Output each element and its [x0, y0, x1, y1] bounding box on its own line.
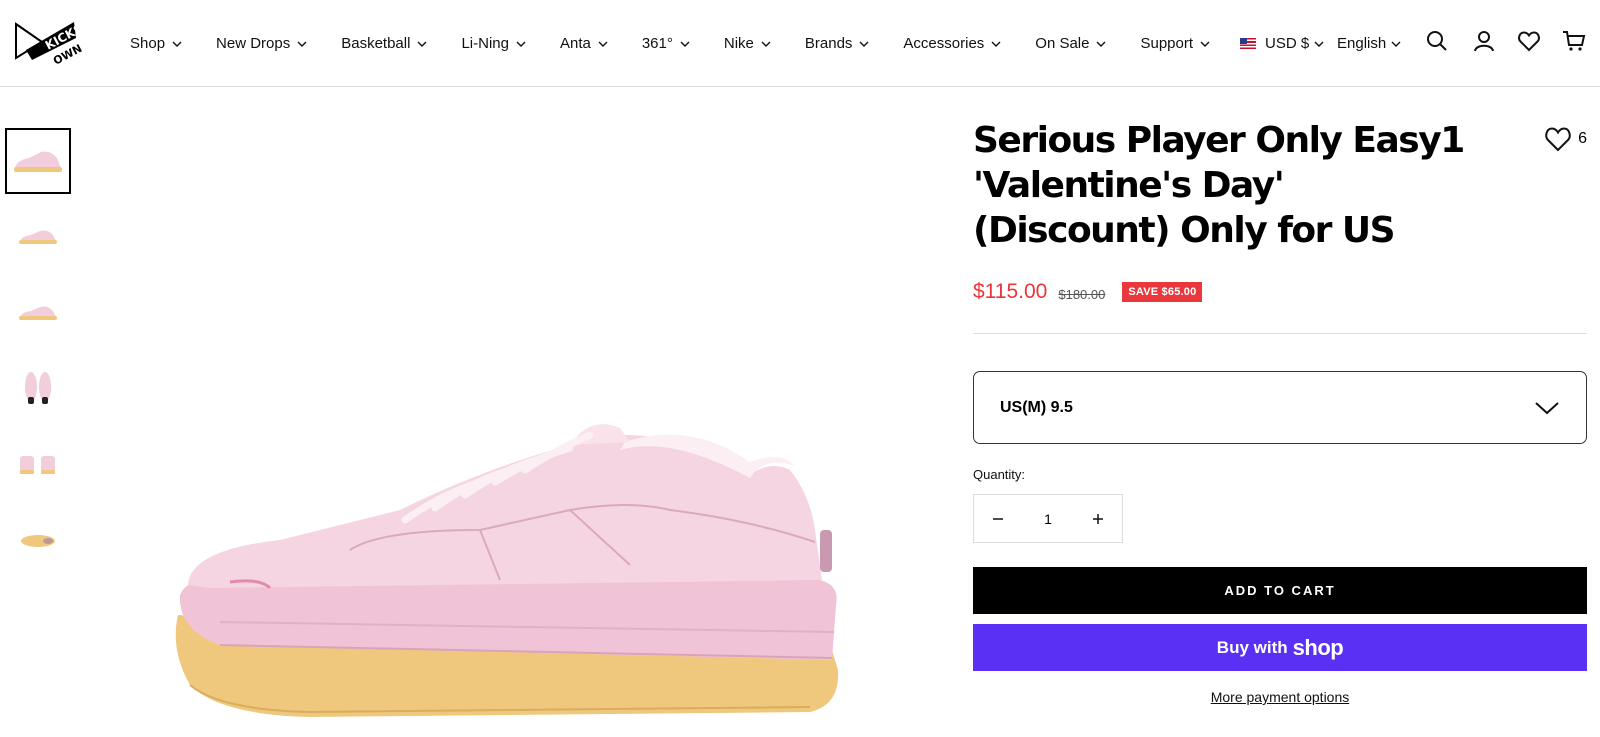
nav-label: Anta: [559, 35, 591, 52]
nav-brands[interactable]: Brands: [805, 35, 870, 52]
shoe-side-thumbnail: [14, 151, 62, 172]
save-badge: SAVE $65.00: [1122, 282, 1203, 302]
nav-label: 361°: [641, 35, 673, 52]
chevron-down-icon: [1200, 41, 1210, 47]
buy-with-label: Buy with: [1216, 637, 1288, 657]
shoe-heel-pair-thumbnail: [20, 456, 55, 474]
chevron-down-icon: [859, 41, 869, 47]
minus-icon: [993, 517, 1003, 520]
nav-label: Support: [1140, 35, 1194, 52]
chevron-down-icon: [598, 41, 608, 47]
nav-label: Accessories: [903, 35, 985, 52]
nav-label: Basketball: [341, 35, 411, 52]
decrease-quantity-button[interactable]: [974, 495, 1022, 542]
quantity-label: Quantity:: [973, 467, 1026, 482]
kicks-own-logo[interactable]: KICKS OWN: [14, 20, 85, 68]
nav-label: Li-Ning: [461, 35, 509, 52]
nav-361[interactable]: 361°: [642, 35, 690, 52]
plus-icon: [1092, 513, 1103, 524]
cart-icon[interactable]: [1562, 29, 1586, 53]
compare-price: $180.00: [1058, 286, 1106, 302]
language-label: English: [1337, 35, 1387, 52]
nav-nike[interactable]: Nike: [724, 35, 771, 52]
nav-label: New Drops: [216, 35, 291, 52]
chevron-down-icon: [991, 41, 1001, 47]
more-payment-options-link[interactable]: More payment options: [973, 689, 1587, 705]
sale-price: $115.00: [973, 280, 1048, 303]
chevron-down-icon: [1096, 41, 1106, 47]
nav-label: Brands: [804, 35, 853, 52]
nav-label: Shop: [130, 35, 166, 52]
chevron-down-icon: [680, 41, 690, 47]
shop-pay-logo: shop: [1292, 634, 1344, 660]
shoe-side-thumbnail: [19, 306, 57, 320]
chevron-down-icon: [172, 41, 182, 47]
nav-on-sale[interactable]: On Sale: [1035, 35, 1106, 52]
price-row: $115.00 $180.00 SAVE $65.00: [973, 279, 1587, 305]
nav-accessories[interactable]: Accessories: [903, 35, 1001, 52]
pink-sneaker-image: [175, 424, 839, 717]
currency-selector[interactable]: USD $: [1240, 0, 1324, 87]
nav-new-drops[interactable]: New Drops: [216, 35, 307, 52]
wishlist-count-button[interactable]: 6: [1544, 126, 1587, 152]
chevron-down-icon: [516, 41, 526, 47]
divider: [973, 333, 1587, 334]
wishlist-count: 6: [1578, 130, 1587, 147]
chevron-down-icon: [1391, 41, 1401, 47]
nav-label: Nike: [723, 35, 754, 52]
currency-label: USD $: [1265, 35, 1310, 52]
main-nav: Shop New Drops Basketball Li-Ning Anta 3…: [130, 0, 1244, 87]
chevron-down-icon: [1314, 41, 1324, 47]
thumbnail-6[interactable]: [5, 508, 71, 574]
add-to-cart-button[interactable]: ADD TO CART: [973, 567, 1587, 614]
account-icon[interactable]: [1472, 29, 1496, 53]
language-selector[interactable]: English: [1337, 0, 1401, 87]
chevron-down-icon: [1535, 401, 1559, 414]
site-header: KICKS OWN Shop New Drops Basketball Li-N…: [0, 0, 1600, 87]
chevron-down-icon: [297, 41, 307, 47]
nav-li-ning[interactable]: Li-Ning: [461, 35, 526, 52]
increase-quantity-button[interactable]: [1074, 495, 1122, 542]
thumbnail-1[interactable]: [5, 128, 71, 194]
product-info: Serious Player Only Easy1 'Valentine's D…: [973, 118, 1587, 705]
thumbnail-gallery: [5, 128, 71, 584]
chevron-down-icon: [761, 41, 771, 47]
shoe-outsole-thumbnail: [21, 535, 55, 547]
quantity-input[interactable]: 1: [1044, 511, 1052, 527]
shoe-side-thumbnail: [19, 230, 57, 244]
nav-basketball[interactable]: Basketball: [341, 35, 427, 52]
thumbnail-5[interactable]: [5, 432, 71, 498]
chevron-down-icon: [417, 41, 427, 47]
product-title: Serious Player Only Easy1 'Valentine's D…: [973, 120, 1465, 251]
thumbnail-2[interactable]: [5, 204, 71, 270]
product-main-image[interactable]: [150, 110, 895, 737]
nav-label: On Sale: [1035, 35, 1090, 52]
nav-anta[interactable]: Anta: [560, 35, 608, 52]
search-icon[interactable]: [1425, 29, 1449, 53]
quantity-stepper: 1: [973, 494, 1123, 543]
shoe-front-pair-thumbnail: [25, 372, 51, 404]
heart-icon: [1545, 127, 1571, 152]
buy-with-shop-pay-button[interactable]: Buy with shop: [973, 624, 1587, 671]
thumbnail-3[interactable]: [5, 280, 71, 346]
wishlist-icon[interactable]: [1517, 29, 1541, 53]
thumbnail-4[interactable]: [5, 356, 71, 422]
us-flag-icon: [1240, 38, 1256, 49]
selected-size: US(M) 9.5: [1000, 398, 1073, 416]
size-selector[interactable]: US(M) 9.5: [973, 371, 1587, 444]
nav-shop[interactable]: Shop: [130, 35, 182, 52]
nav-support[interactable]: Support: [1140, 35, 1210, 52]
